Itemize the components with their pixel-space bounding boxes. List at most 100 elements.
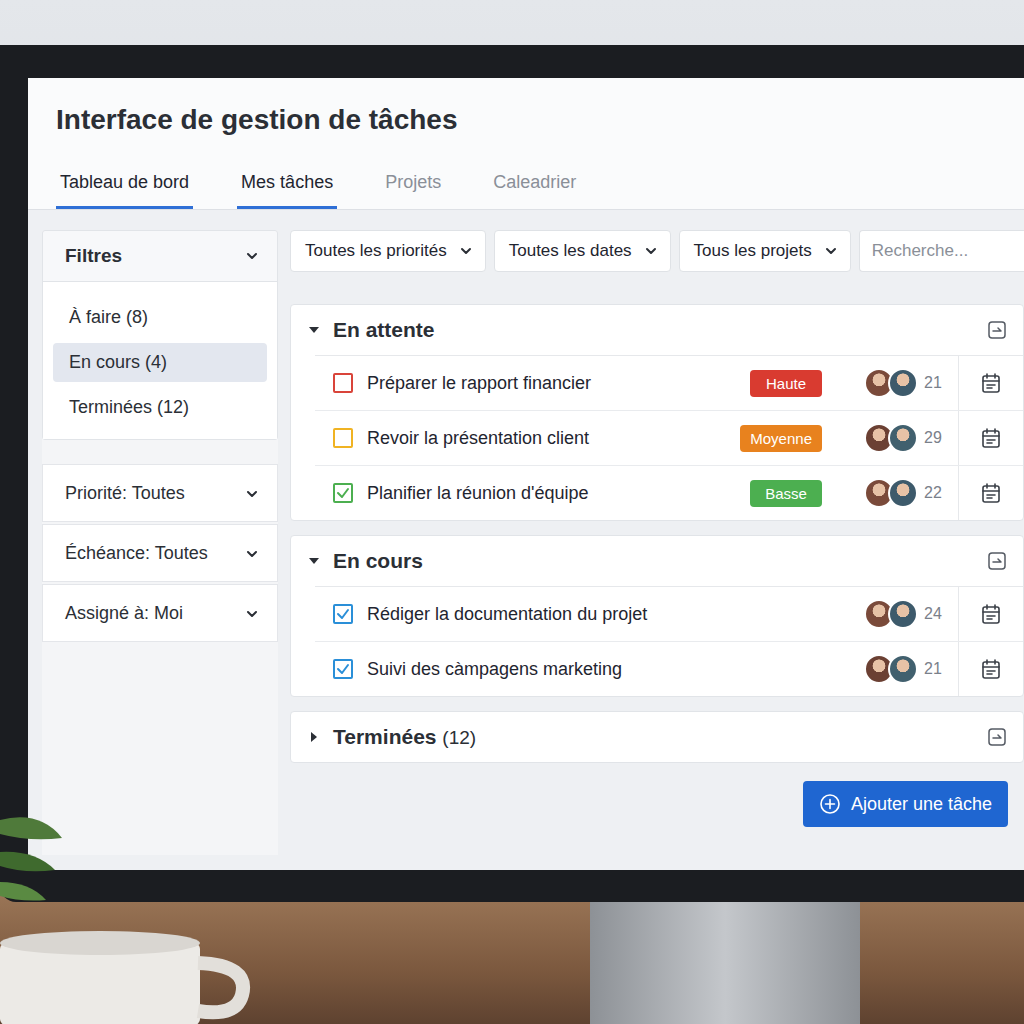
filter-dropdown[interactable]: Priorité: Toutes	[42, 464, 278, 522]
chevron-down-icon[interactable]	[245, 487, 259, 501]
check-icon	[336, 662, 350, 676]
group-title-wrap: Terminées (12)	[333, 725, 975, 749]
task-list: Préparer le rapport financierHaute 21 Revo…	[315, 355, 1023, 520]
assignees	[864, 654, 918, 684]
filter-dropdown[interactable]: Assigné à: Moi	[42, 584, 278, 642]
assignees	[864, 423, 918, 453]
filter-header[interactable]: Filtres	[43, 231, 277, 282]
chevron-down-icon[interactable]	[245, 249, 259, 263]
sidebar-item[interactable]: Terminées (12)	[53, 388, 267, 427]
group-title: Terminées	[333, 725, 437, 748]
tab[interactable]: Mes tâches	[237, 156, 337, 209]
toolbar: Toutes les priorités Toutes les dates Tous…	[290, 230, 1024, 272]
header: Interface de gestion de tâches	[28, 78, 1024, 156]
tab[interactable]: Tableau de bord	[56, 156, 193, 209]
tab[interactable]: Caleadrier	[489, 156, 580, 209]
chevron-down-icon[interactable]	[245, 607, 259, 621]
task-title: Planifier la réunion d'équipe	[367, 483, 750, 504]
priority-badge: Haute	[750, 370, 822, 397]
task-checkbox[interactable]	[333, 428, 353, 448]
check-icon	[336, 486, 350, 500]
filter-select[interactable]: Tous les projets	[679, 230, 851, 272]
filter-select-label: Tous les projets	[694, 241, 812, 261]
chevron-down-icon[interactable]	[824, 244, 838, 258]
avatar[interactable]	[888, 599, 918, 629]
assignees	[864, 368, 918, 398]
avatar[interactable]	[888, 423, 918, 453]
calendar-icon[interactable]	[980, 482, 1002, 504]
avatar[interactable]	[888, 654, 918, 684]
filter-dropdown[interactable]: Échéance: Toutes	[42, 524, 278, 582]
group-title-wrap: En attente	[333, 318, 975, 342]
search-field[interactable]	[859, 230, 1024, 272]
filter-panel: Filtres À faire (8) En cours (4) Terminées …	[42, 230, 278, 440]
group-title-wrap: En cours	[333, 549, 975, 573]
task-number: 21	[924, 374, 950, 392]
chevron-down-icon[interactable]	[644, 244, 658, 258]
avatar[interactable]	[888, 368, 918, 398]
plus-icon[interactable]	[819, 793, 841, 815]
add-task-label: Ajouter une tâche	[851, 794, 992, 815]
group-action-icon[interactable]	[987, 551, 1007, 571]
task-row[interactable]: Planifier la réunion d'équipeBasse 22	[315, 466, 1023, 520]
filter-select[interactable]: Toutes les dates	[494, 230, 671, 272]
group-count: (12)	[442, 727, 476, 748]
dropdown-label: Priorité: Toutes	[65, 483, 185, 504]
group-action-icon[interactable]	[987, 727, 1007, 747]
add-task-button[interactable]: Ajouter une tâche	[803, 781, 1008, 827]
group-action-icon[interactable]	[987, 320, 1007, 340]
priority-badge: Moyenne	[740, 425, 822, 452]
dropdown-label: Assigné à: Moi	[65, 603, 183, 624]
app-window: Interface de gestion de tâchesTableau de…	[28, 78, 1024, 870]
collapse-arrow-icon[interactable]	[307, 554, 321, 568]
task-row[interactable]: Rédiger la documentation du projet 24	[315, 587, 1023, 642]
calendar-cell[interactable]	[958, 642, 1023, 696]
collapse-arrow-icon[interactable]	[307, 323, 321, 337]
task-title: Préparer le rapport financier	[367, 373, 750, 394]
task-number: 21	[924, 660, 950, 678]
sidebar-item[interactable]: En cours (4)	[53, 343, 267, 382]
task-title: Suivi des càmpagens marketing	[367, 659, 864, 680]
task-row[interactable]: Préparer le rapport financierHaute 21	[315, 356, 1023, 411]
calendar-cell[interactable]	[958, 356, 1023, 410]
priority-badge: Basse	[750, 480, 822, 507]
task-checkbox[interactable]	[333, 373, 353, 393]
group-header[interactable]: Terminées (12)	[291, 712, 1023, 762]
task-checkbox[interactable]	[333, 483, 353, 503]
tab[interactable]: Projets	[381, 156, 445, 209]
sidebar-item[interactable]: À faire (8)	[53, 298, 267, 337]
check-icon	[336, 607, 350, 621]
group-title: En attente	[333, 318, 435, 341]
calendar-cell[interactable]	[958, 411, 1023, 465]
filter-select-label: Toutes les priorités	[305, 241, 447, 261]
task-row[interactable]: Revoir la présentation clientMoyenne29	[315, 411, 1023, 466]
add-bar: Ajouter une tâche	[290, 781, 1024, 827]
status-list: À faire (8) En cours (4) Terminées (12)	[43, 282, 277, 439]
calendar-icon[interactable]	[980, 427, 1002, 449]
task-checkbox[interactable]	[333, 604, 353, 624]
avatar[interactable]	[888, 478, 918, 508]
calendar-cell[interactable]	[958, 466, 1023, 520]
calendar-cell[interactable]	[958, 587, 1023, 641]
task-title: Rédiger la documentation du projet	[367, 604, 864, 625]
calendar-icon[interactable]	[980, 372, 1002, 394]
task-checkbox[interactable]	[333, 659, 353, 679]
sidebar-fill	[42, 644, 278, 855]
task-row[interactable]: Suivi des càmpagens marketing 21	[315, 642, 1023, 696]
collapse-arrow-icon[interactable]	[307, 730, 321, 744]
task-number: 22	[924, 484, 950, 502]
task-number: 24	[924, 605, 950, 623]
calendar-icon[interactable]	[980, 658, 1002, 680]
filter-dropdowns: Priorité: Toutes Échéance: Toutes Assigné …	[42, 464, 278, 642]
task-group: En attente Préparer le rapport financierH…	[290, 304, 1024, 521]
filter-select[interactable]: Toutes les priorités	[290, 230, 486, 272]
content: Filtres À faire (8) En cours (4) Terminées …	[28, 210, 1024, 870]
chevron-down-icon[interactable]	[459, 244, 473, 258]
group-header[interactable]: En attente	[291, 305, 1023, 355]
dropdown-label: Échéance: Toutes	[65, 543, 208, 564]
chevron-down-icon[interactable]	[245, 547, 259, 561]
group-header[interactable]: En cours	[291, 536, 1023, 586]
window-title: Interface de gestion de tâches	[28, 78, 1024, 156]
filter-select-label: Toutes les dates	[509, 241, 632, 261]
calendar-icon[interactable]	[980, 603, 1002, 625]
